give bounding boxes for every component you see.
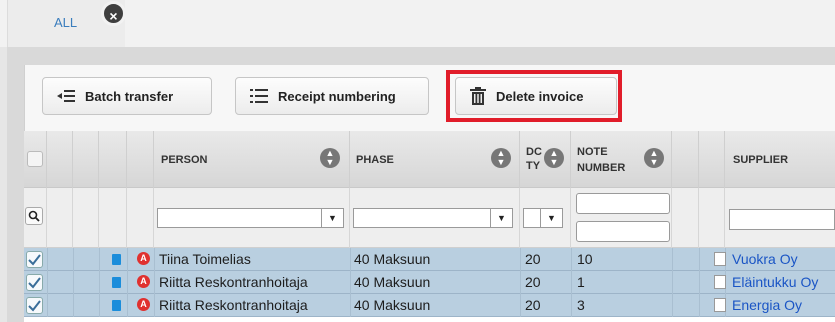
sort-doc-type-icon[interactable]: ▲ ▼ (544, 148, 564, 168)
header-col-5 (127, 131, 154, 188)
document-icon[interactable] (112, 254, 121, 265)
alert-icon: A (137, 252, 150, 265)
header-phase-label: PHASE (356, 154, 394, 166)
chevron-down-icon: ▼ (490, 209, 512, 227)
header-supplier-label: SUPPLIER (733, 154, 789, 166)
cell-person: Tiina Toimelias (159, 251, 251, 267)
invoice-grid: PERSON ▲ ▼ PHASE ▲ ▼ DC TY ▲ ▼ NOTE NUMBER … (24, 131, 835, 322)
sort-person-icon[interactable]: ▲ ▼ (320, 148, 340, 168)
tab-strip: ALL × (0, 0, 835, 47)
alert-icon: A (137, 275, 150, 288)
search-button[interactable] (25, 207, 43, 225)
cell-doc-type: 20 (525, 251, 541, 267)
toolbar: Batch transfer Receipt numbering Delete … (24, 65, 835, 131)
filter-col-11 (699, 188, 725, 248)
header-col-10 (672, 131, 699, 188)
filter-row: ▼ ▼ ▼ (24, 188, 835, 248)
table-row[interactable]: A Tiina Toimelias 40 Maksuun 20 10 Vuokr… (24, 248, 835, 271)
header-note-number-label-1: NOTE (577, 146, 608, 158)
cell-note-number: 3 (577, 297, 585, 313)
table-row[interactable]: A Riitta Reskontranhoitaja 40 Maksuun 20… (24, 294, 835, 317)
cell-note-number: 1 (577, 274, 585, 290)
grid-header: PERSON ▲ ▼ PHASE ▲ ▼ DC TY ▲ ▼ NOTE NUMBER … (24, 131, 835, 188)
checkmark-icon (28, 254, 41, 266)
pdf-icon[interactable] (714, 252, 726, 266)
filter-supplier-input[interactable] (729, 209, 835, 230)
header-col-4 (99, 131, 127, 188)
header-supplier[interactable]: SUPPLIER (725, 131, 835, 188)
cell-doc-type: 20 (525, 274, 541, 290)
filter-note-number-to[interactable] (576, 221, 670, 242)
chevron-down-icon: ▼ (540, 209, 562, 227)
row-checkbox[interactable] (26, 297, 43, 314)
cell-note-number: 10 (577, 251, 593, 267)
filter-col-10 (672, 188, 699, 248)
delete-invoice-highlight (446, 70, 622, 122)
filter-phase-col: ▼ (350, 188, 520, 248)
receipt-numbering-label: Receipt numbering (278, 88, 396, 104)
document-icon[interactable] (112, 300, 121, 311)
batch-transfer-label: Batch transfer (85, 88, 174, 104)
filter-doc-type-select[interactable]: ▼ (523, 208, 563, 228)
cell-supplier-link[interactable]: Energia Oy (732, 294, 835, 316)
filter-col-5 (127, 188, 154, 248)
header-note-number-label-2: NUMBER (577, 162, 626, 174)
filter-search-col (24, 188, 47, 248)
filter-col-4 (99, 188, 127, 248)
tab-all-label: ALL (54, 15, 78, 30)
header-phase[interactable]: PHASE ▲ ▼ (350, 131, 520, 188)
cell-doc-type: 20 (525, 297, 541, 313)
checkmark-icon (28, 300, 41, 312)
document-icon[interactable] (112, 277, 121, 288)
cell-person: Riitta Reskontranhoitaja (159, 274, 308, 290)
select-all-checkbox[interactable] (27, 151, 43, 167)
filter-person-col: ▼ (154, 188, 350, 248)
main-panel: Batch transfer Receipt numbering Delete … (7, 47, 835, 322)
header-select-col (24, 131, 47, 188)
numbered-list-icon (250, 89, 268, 103)
header-col-3 (73, 131, 99, 188)
header-col-11 (699, 131, 725, 188)
search-icon (28, 210, 40, 222)
alert-icon: A (137, 298, 150, 311)
tab-all[interactable]: ALL × (7, 0, 126, 47)
header-person-label: PERSON (161, 154, 208, 166)
close-icon[interactable]: × (101, 1, 126, 26)
cell-phase: 40 Maksuun (354, 251, 431, 267)
cell-supplier-link[interactable]: Eläintukku Oy (732, 271, 835, 293)
table-row[interactable]: A Riitta Reskontranhoitaja 40 Maksuun 20… (24, 271, 835, 294)
filter-phase-select[interactable]: ▼ (353, 208, 513, 228)
row-checkbox[interactable] (26, 251, 43, 268)
sort-phase-icon[interactable]: ▲ ▼ (491, 148, 511, 168)
filter-note-number-from[interactable] (576, 193, 670, 214)
chevron-down-icon: ▼ (321, 209, 343, 227)
filter-col-2 (47, 188, 73, 248)
sort-note-number-icon[interactable]: ▲ ▼ (644, 148, 664, 168)
batch-transfer-button[interactable]: Batch transfer (42, 77, 212, 115)
batch-transfer-icon (57, 90, 75, 102)
cell-person: Riitta Reskontranhoitaja (159, 297, 308, 313)
pdf-icon[interactable] (714, 275, 726, 289)
header-person[interactable]: PERSON ▲ ▼ (154, 131, 350, 188)
receipt-numbering-button[interactable]: Receipt numbering (235, 77, 429, 115)
filter-note-number-col (571, 188, 672, 248)
cell-phase: 40 Maksuun (354, 297, 431, 313)
filter-person-select[interactable]: ▼ (157, 208, 344, 228)
filter-doc-type-col: ▼ (520, 188, 571, 248)
checkmark-icon (28, 277, 41, 289)
cell-supplier-link[interactable]: Vuokra Oy (732, 248, 835, 270)
filter-supplier-col (725, 188, 835, 248)
pdf-icon[interactable] (714, 298, 726, 312)
header-note-number[interactable]: NOTE NUMBER ▲ ▼ (571, 131, 672, 188)
header-doc-type-label: DC TY (526, 146, 542, 172)
filter-col-3 (73, 188, 99, 248)
header-col-2 (47, 131, 73, 188)
cell-phase: 40 Maksuun (354, 274, 431, 290)
row-checkbox[interactable] (26, 274, 43, 291)
header-doc-type[interactable]: DC TY ▲ ▼ (520, 131, 571, 188)
